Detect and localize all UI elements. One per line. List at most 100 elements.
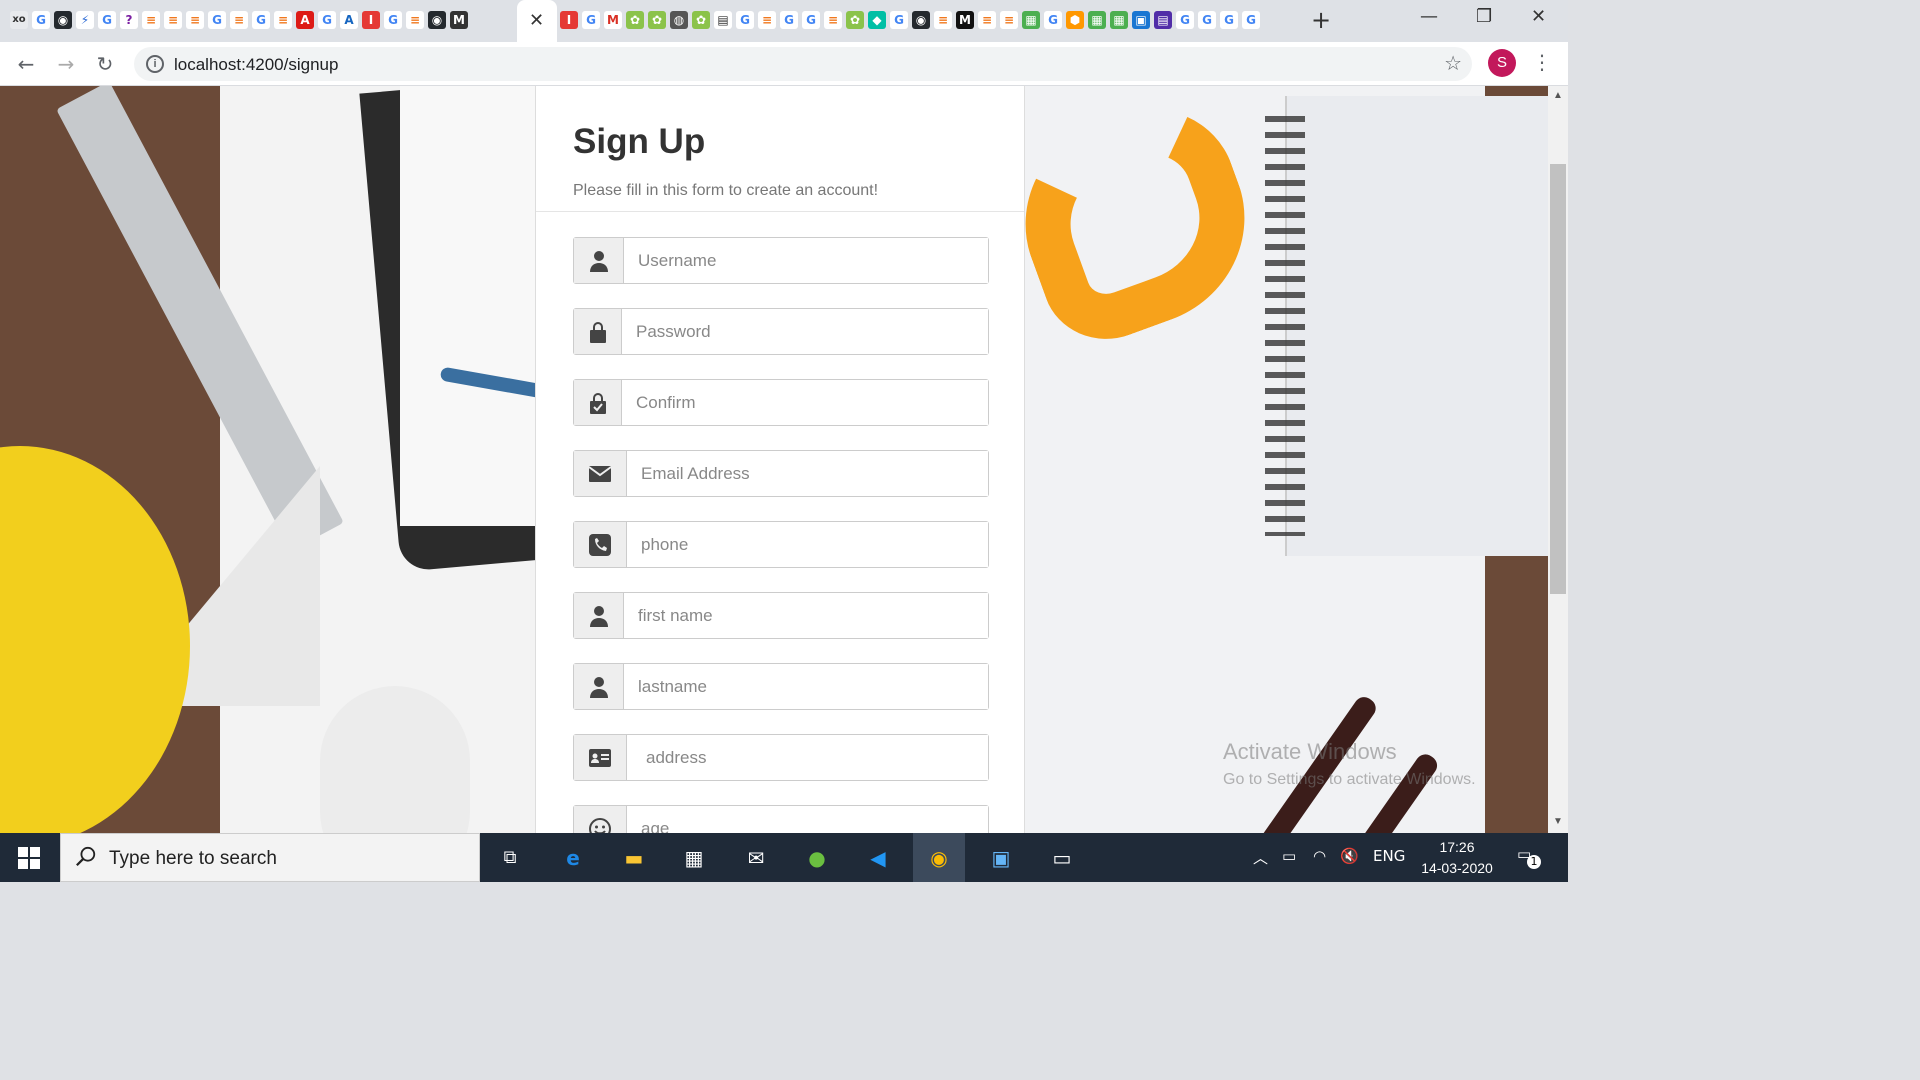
i-tab-icon[interactable]: I xyxy=(560,11,578,29)
spring-tool-icon[interactable]: ● xyxy=(800,841,834,875)
scroll-up-arrow-icon[interactable]: ▲ xyxy=(1553,90,1563,101)
shield-tab-icon[interactable]: ◆ xyxy=(868,11,886,29)
chart-tab-icon[interactable]: ▦ xyxy=(1110,11,1128,29)
file-explorer-icon[interactable]: ▬ xyxy=(617,841,651,875)
close-tab-icon[interactable]: ✕ xyxy=(529,10,544,31)
stack-tab-icon[interactable]: ≡ xyxy=(1000,11,1018,29)
first-name-input[interactable] xyxy=(624,593,988,638)
stack-tab-icon[interactable]: ≡ xyxy=(186,11,204,29)
chart-tab-icon[interactable]: ▦ xyxy=(1088,11,1106,29)
store-icon[interactable]: ▦ xyxy=(677,841,711,875)
last-name-input[interactable] xyxy=(624,664,988,709)
google-tab-icon[interactable]: G xyxy=(1198,11,1216,29)
language-indicator[interactable]: ENG xyxy=(1373,847,1405,865)
google-tab-icon[interactable]: G xyxy=(32,11,50,29)
stack-tab-icon[interactable]: ≡ xyxy=(824,11,842,29)
google-tab-icon[interactable]: G xyxy=(208,11,226,29)
phone-input[interactable] xyxy=(627,522,988,567)
medium-tab-icon[interactable]: M xyxy=(956,11,974,29)
reload-icon[interactable]: ↻ xyxy=(91,50,119,78)
angular-tab-icon[interactable]: A xyxy=(296,11,314,29)
globe-tab-icon[interactable]: ◍ xyxy=(670,11,688,29)
address-bar[interactable]: i localhost:4200/signup ☆ xyxy=(134,47,1472,81)
stack-tab-icon[interactable]: ≡ xyxy=(406,11,424,29)
google-tab-icon[interactable]: G xyxy=(736,11,754,29)
forward-icon[interactable]: → xyxy=(52,50,80,78)
leaf-tab-icon[interactable]: ✿ xyxy=(648,11,666,29)
scrollbar-thumb[interactable] xyxy=(1550,164,1566,594)
vscode-icon[interactable]: ◀ xyxy=(861,841,895,875)
google-tab-icon[interactable]: G xyxy=(1176,11,1194,29)
new-tab-button[interactable]: + xyxy=(1311,6,1331,34)
taskbar-clock[interactable]: 17:26 14-03-2020 xyxy=(1418,837,1496,879)
confirm-password-input[interactable] xyxy=(622,380,988,425)
book-tab-icon[interactable]: ▤ xyxy=(714,11,732,29)
info-icon[interactable]: i xyxy=(146,55,164,73)
password-input[interactable] xyxy=(622,309,988,354)
leaf-tab-icon[interactable]: ✿ xyxy=(846,11,864,29)
menu-kebab-icon[interactable]: ⋮ xyxy=(1532,50,1552,74)
remote-desktop-icon[interactable]: ▣ xyxy=(984,841,1018,875)
task-view-icon[interactable]: ⧉ xyxy=(493,841,527,875)
bookmark-star-icon[interactable]: ☆ xyxy=(1444,51,1462,75)
battery-icon[interactable]: ▭ xyxy=(1282,847,1296,865)
google-tab-icon[interactable]: G xyxy=(890,11,908,29)
github-tab-icon[interactable]: ◉ xyxy=(428,11,446,29)
stack-tab-icon[interactable]: ≡ xyxy=(934,11,952,29)
wifi-icon[interactable]: ◠ xyxy=(1313,847,1326,865)
page-scrollbar[interactable]: ▲ ▼ xyxy=(1548,86,1568,833)
minimize-icon[interactable]: — xyxy=(1420,6,1438,27)
github-tab-icon[interactable]: ◉ xyxy=(912,11,930,29)
hex-tab-icon[interactable]: ⬢ xyxy=(1066,11,1084,29)
stack-tab-icon[interactable]: ≡ xyxy=(758,11,776,29)
taskbar-search-box[interactable]: Type here to search xyxy=(60,833,480,882)
notifications-icon[interactable]: ▭ 1 xyxy=(1517,845,1541,869)
close-window-icon[interactable]: ✕ xyxy=(1531,6,1546,27)
stack-tab-icon[interactable]: ≡ xyxy=(978,11,996,29)
profile-avatar[interactable]: S xyxy=(1488,49,1516,77)
show-hidden-icons[interactable]: ︿ xyxy=(1253,847,1268,868)
terminal-icon[interactable]: ▭ xyxy=(1045,841,1079,875)
github-tab-icon[interactable]: ◉ xyxy=(54,11,72,29)
help-tab-icon[interactable]: ? xyxy=(120,11,138,29)
clock-time: 17:26 xyxy=(1439,839,1475,855)
stack-tab-icon[interactable]: ≡ xyxy=(142,11,160,29)
flash-tab-icon[interactable]: ⚡ xyxy=(76,11,94,29)
age-input[interactable] xyxy=(627,806,988,833)
restore-icon[interactable]: ❐ xyxy=(1476,6,1492,27)
i-tab-icon[interactable]: I xyxy=(362,11,380,29)
chart-tab-icon[interactable]: ▦ xyxy=(1022,11,1040,29)
gmail-tab-icon[interactable]: M xyxy=(604,11,622,29)
leaf-tab-icon[interactable]: ✿ xyxy=(626,11,644,29)
email-input[interactable] xyxy=(627,451,988,496)
stack-tab-icon[interactable]: ≡ xyxy=(164,11,182,29)
tab-favicon[interactable]: xo xyxy=(10,11,28,29)
m-tab-icon[interactable]: M xyxy=(450,11,468,29)
box-tab-icon[interactable]: ▣ xyxy=(1132,11,1150,29)
leaf-tab-icon[interactable]: ✿ xyxy=(692,11,710,29)
a-tab-icon[interactable]: A xyxy=(340,11,358,29)
mail-icon[interactable]: ✉ xyxy=(739,841,773,875)
volume-muted-icon[interactable]: 🔇 xyxy=(1340,847,1359,865)
google-tab-icon[interactable]: G xyxy=(384,11,402,29)
google-tab-icon[interactable]: G xyxy=(252,11,270,29)
google-tab-icon[interactable]: G xyxy=(780,11,798,29)
google-tab-icon[interactable]: G xyxy=(1242,11,1260,29)
stack-tab-icon[interactable]: ≡ xyxy=(230,11,248,29)
edge-icon[interactable]: e xyxy=(556,841,590,875)
chrome-icon[interactable]: ◉ xyxy=(922,841,956,875)
windows-start-icon[interactable] xyxy=(18,847,40,869)
google-tab-icon[interactable]: G xyxy=(1220,11,1238,29)
google-tab-icon[interactable]: G xyxy=(1044,11,1062,29)
google-tab-icon[interactable]: G xyxy=(318,11,336,29)
stack-tab-icon[interactable]: ≡ xyxy=(274,11,292,29)
back-icon[interactable]: ← xyxy=(12,50,40,78)
google-tab-icon[interactable]: G xyxy=(98,11,116,29)
doc-tab-icon[interactable]: ▤ xyxy=(1154,11,1172,29)
google-tab-icon[interactable]: G xyxy=(582,11,600,29)
scroll-down-arrow-icon[interactable]: ▼ xyxy=(1553,816,1563,827)
address-input[interactable] xyxy=(627,735,988,780)
username-input[interactable] xyxy=(624,238,988,283)
url-text[interactable]: localhost:4200/signup xyxy=(174,55,338,75)
google-tab-icon[interactable]: G xyxy=(802,11,820,29)
